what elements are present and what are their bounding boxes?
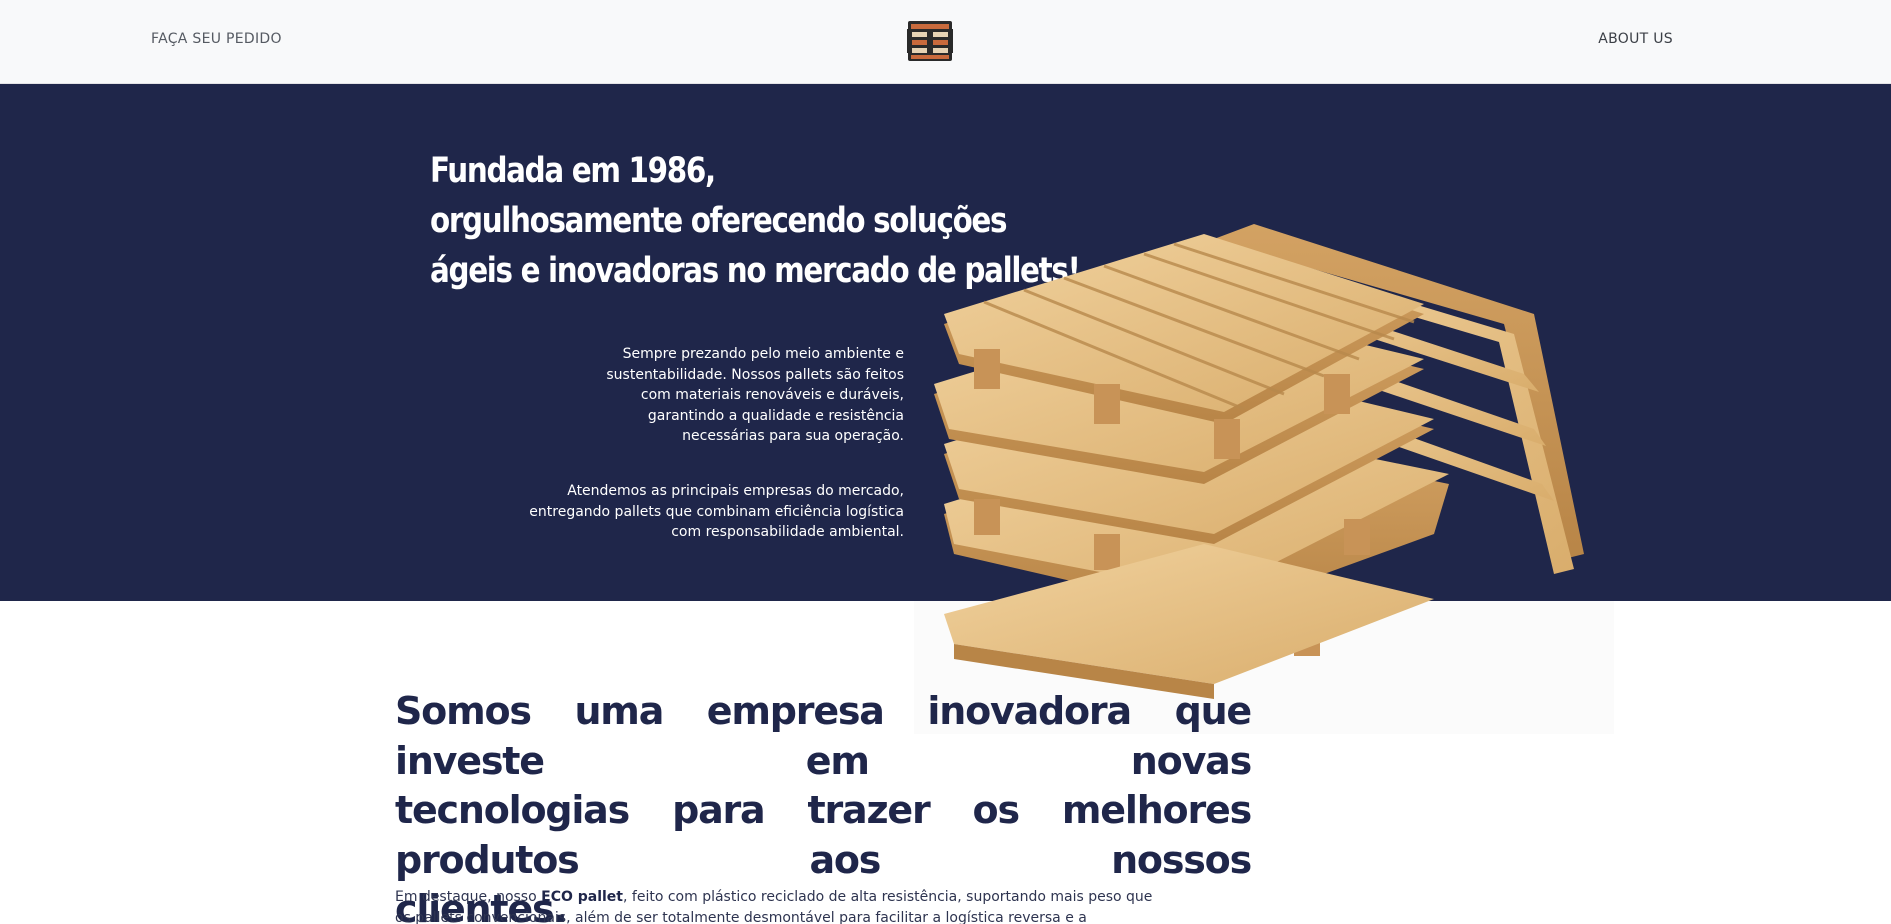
hero-paragraph-clients: Atendemos as principais empresas do merc…	[529, 483, 904, 540]
navbar: FAÇA SEU PEDIDO ABOUT US	[0, 0, 1891, 84]
about-paragraph: Em destaque, nosso ECO pallet, feito com…	[395, 887, 1155, 924]
about-heading-line: Somos uma empresa inovadora que investe …	[395, 689, 1252, 783]
about-heading-line: tecnologias para trazer os melhores prod…	[395, 788, 1252, 882]
hero-title-line: Fundada em 1986,	[430, 151, 716, 191]
eco-pallet-highlight: ECO pallet	[541, 889, 623, 905]
nav-order-link[interactable]: FAÇA SEU PEDIDO	[151, 31, 282, 47]
nav-about-link[interactable]: ABOUT US	[1598, 31, 1673, 47]
wooden-pallets-image	[914, 224, 1614, 734]
hero-paragraph-environment: Sempre prezando pelo meio ambiente e sus…	[606, 346, 904, 444]
about-text-before: Em destaque, nosso	[395, 889, 542, 905]
pallet-logo-icon[interactable]	[907, 20, 953, 62]
